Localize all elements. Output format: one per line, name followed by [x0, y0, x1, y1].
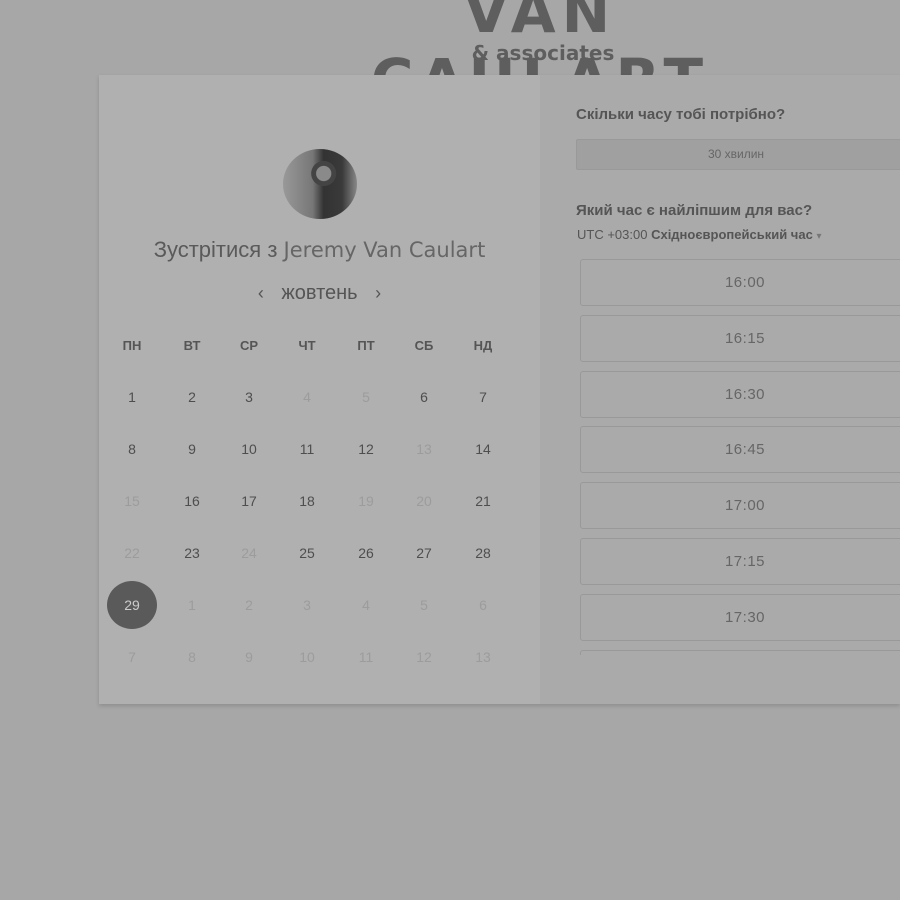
calendar-day: 20 [416, 493, 432, 509]
caret-down-icon: ▾ [816, 231, 822, 242]
weekday-header: ПН [122, 338, 142, 353]
page-title: Зустрітися з Jeremy Van Caulart [99, 237, 540, 263]
time-slot-button[interactable]: 16:00 [580, 259, 900, 306]
host-name: Jeremy Van Caulart [283, 238, 486, 262]
calendar-day[interactable]: 26 [341, 529, 391, 577]
calendar-day: 11 [358, 649, 374, 665]
avatar [283, 149, 357, 219]
time-panel: Скільки часу тобі потрібно? 30 хвилин Як… [540, 75, 900, 704]
calendar-day[interactable]: 14 [458, 425, 508, 473]
calendar-day[interactable]: 1 [107, 373, 157, 421]
calendar-day: 6 [479, 597, 487, 613]
duration-question: Скільки часу тобі потрібно? [576, 106, 786, 123]
weekday-header: НД [473, 338, 493, 353]
weekday-header: СР [239, 338, 259, 353]
calendar-day[interactable]: 10 [224, 425, 274, 473]
calendar-day: 13 [475, 649, 491, 665]
weekday-header: СБ [414, 338, 434, 353]
calendar-day: 4 [362, 597, 370, 613]
weekday-header: ПТ [357, 338, 375, 353]
time-slot-button[interactable]: 17:30 [580, 593, 900, 641]
weekday-header: ВТ [183, 338, 201, 353]
month-label: жовтень [281, 282, 358, 305]
time-slot-button[interactable]: 17:15 [580, 537, 900, 585]
calendar-day[interactable]: 7 [458, 373, 508, 421]
time-slot-button[interactable]: 16:45 [580, 426, 900, 474]
calendar-day[interactable]: 27 [399, 529, 449, 577]
duration-button[interactable]: 30 хвилин [576, 139, 900, 170]
chevron-right-icon[interactable]: › [363, 283, 393, 304]
calendar-day[interactable]: 3 [224, 373, 274, 421]
time-slot-button[interactable]: 16:15 [580, 314, 900, 362]
calendar-day: 3 [303, 597, 311, 613]
brand-tagline: & associates [471, 41, 615, 65]
calendar-day[interactable]: 12 [341, 425, 391, 473]
title-prefix: Зустрітися з [153, 237, 278, 262]
calendar-day: 1 [188, 597, 196, 613]
calendar-day: 8 [188, 649, 196, 665]
timezone-offset: UTC +03:00 [577, 227, 648, 242]
calendar-day[interactable]: 18 [282, 477, 332, 525]
calendar-day: 12 [416, 649, 432, 665]
timezone-name: Східноєвропейський час [651, 227, 813, 242]
calendar-day: 5 [420, 597, 428, 613]
calendar-day[interactable]: 16 [167, 477, 217, 525]
calendar-day: 5 [362, 389, 370, 405]
calendar-day: 24 [241, 545, 257, 561]
time-slot-button[interactable]: 16:30 [580, 370, 900, 418]
time-slot-button[interactable]: 17:00 [580, 482, 900, 530]
chevron-left-icon[interactable]: ‹ [246, 283, 276, 304]
calendar-day: 4 [303, 389, 311, 405]
calendar-day: 13 [416, 441, 432, 457]
calendar-day: 7 [128, 649, 136, 665]
calendar-day: 2 [245, 597, 253, 613]
calendar-day[interactable]: 21 [458, 477, 508, 525]
calendar-panel: Зустрітися з Jeremy Van Caulart ‹ жовтен… [99, 75, 540, 704]
calendar-day[interactable]: 11 [282, 425, 332, 473]
calendar-day-selected[interactable]: 29 [107, 581, 157, 629]
calendar-day: 19 [358, 493, 374, 509]
calendar-day: 10 [299, 649, 315, 665]
timezone-select[interactable]: UTC +03:00 Східноєвропейський час ▾ [577, 227, 821, 242]
booking-card: Зустрітися з Jeremy Van Caulart ‹ жовтен… [99, 75, 900, 704]
calendar-day: 22 [124, 545, 140, 561]
calendar-day[interactable]: 25 [282, 529, 332, 577]
time-slot-button[interactable] [580, 649, 900, 655]
month-nav: ‹ жовтень › [99, 282, 540, 305]
calendar-day[interactable]: 6 [399, 373, 449, 421]
calendar-day[interactable]: 2 [167, 373, 217, 421]
time-slot-list[interactable]: 16:00 16:15 16:30 16:45 17:00 17:15 17:30 [580, 259, 900, 655]
calendar-day: 15 [124, 493, 140, 509]
calendar-day[interactable]: 17 [224, 477, 274, 525]
calendar-day[interactable]: 8 [107, 425, 157, 473]
time-question: Який час є найліпшим для вас? [576, 202, 813, 219]
calendar-day: 9 [245, 649, 253, 665]
calendar-day[interactable]: 28 [458, 529, 508, 577]
calendar-day[interactable]: 9 [167, 425, 217, 473]
weekday-header: ЧТ [298, 338, 316, 353]
calendar-day[interactable]: 23 [167, 529, 217, 577]
